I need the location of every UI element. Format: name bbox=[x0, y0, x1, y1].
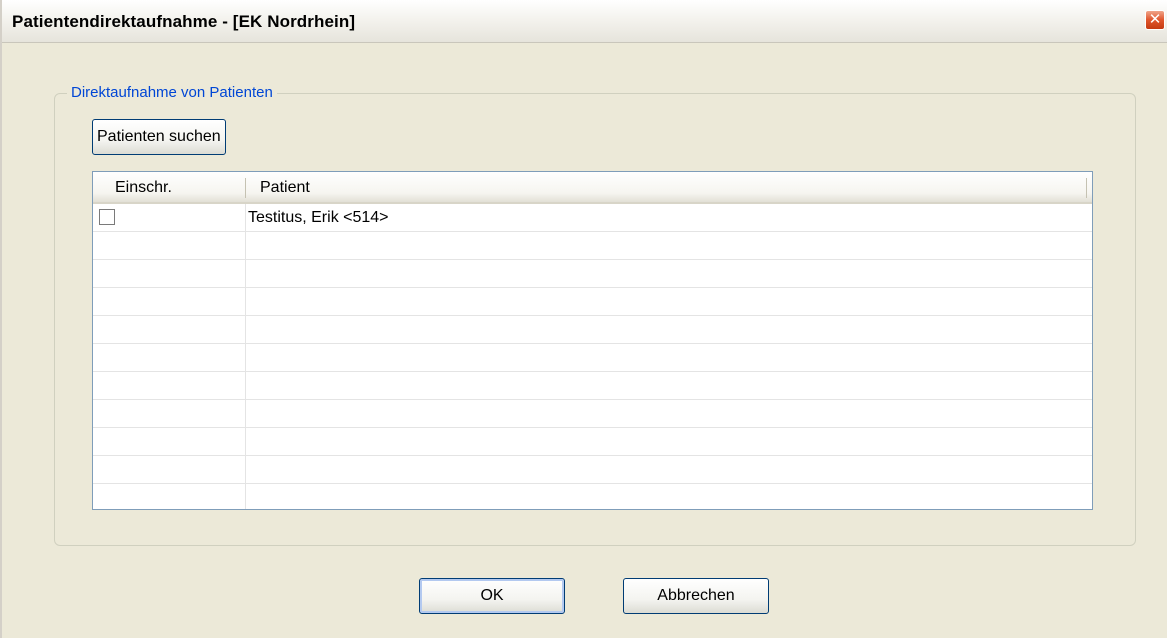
column-separator[interactable] bbox=[1086, 178, 1087, 198]
search-patients-button[interactable]: Patienten suchen bbox=[92, 119, 226, 155]
close-icon: ✕ bbox=[1148, 11, 1162, 28]
table-row[interactable] bbox=[93, 484, 1092, 509]
grid-header: Einschr. Patient bbox=[93, 172, 1092, 204]
title-bar[interactable]: Patientendirektaufnahme - [EK Nordrhein]… bbox=[2, 0, 1167, 43]
table-row[interactable] bbox=[93, 232, 1092, 260]
group-legend: Direktaufnahme von Patienten bbox=[67, 84, 277, 101]
table-row[interactable] bbox=[93, 288, 1092, 316]
dialog-window: Patientendirektaufnahme - [EK Nordrhein]… bbox=[0, 0, 1167, 638]
grid-rows: Testitus, Erik <514> bbox=[93, 204, 1092, 509]
column-header-patient[interactable]: Patient bbox=[260, 172, 310, 202]
table-row[interactable]: Testitus, Erik <514> bbox=[93, 204, 1092, 232]
table-row[interactable] bbox=[93, 456, 1092, 484]
table-row[interactable] bbox=[93, 344, 1092, 372]
direct-admission-group: Direktaufnahme von Patienten Patienten s… bbox=[54, 84, 1136, 546]
close-button[interactable]: ✕ bbox=[1145, 10, 1165, 30]
restriction-checkbox[interactable] bbox=[99, 209, 115, 225]
table-row[interactable] bbox=[93, 372, 1092, 400]
column-separator[interactable] bbox=[245, 178, 246, 198]
table-row[interactable] bbox=[93, 316, 1092, 344]
ok-button[interactable]: OK bbox=[419, 578, 565, 614]
cancel-button[interactable]: Abbrechen bbox=[623, 578, 769, 614]
patient-name-cell: Testitus, Erik <514> bbox=[248, 209, 389, 226]
column-header-restriction[interactable]: Einschr. bbox=[115, 172, 172, 202]
table-row[interactable] bbox=[93, 260, 1092, 288]
window-title: Patientendirektaufnahme - [EK Nordrhein] bbox=[12, 12, 356, 31]
dialog-body: Direktaufnahme von Patienten Patienten s… bbox=[2, 43, 1167, 638]
table-row[interactable] bbox=[93, 428, 1092, 456]
table-row[interactable] bbox=[93, 400, 1092, 428]
patient-grid: Einschr. Patient Testitus, Erik <514> bbox=[92, 171, 1093, 510]
